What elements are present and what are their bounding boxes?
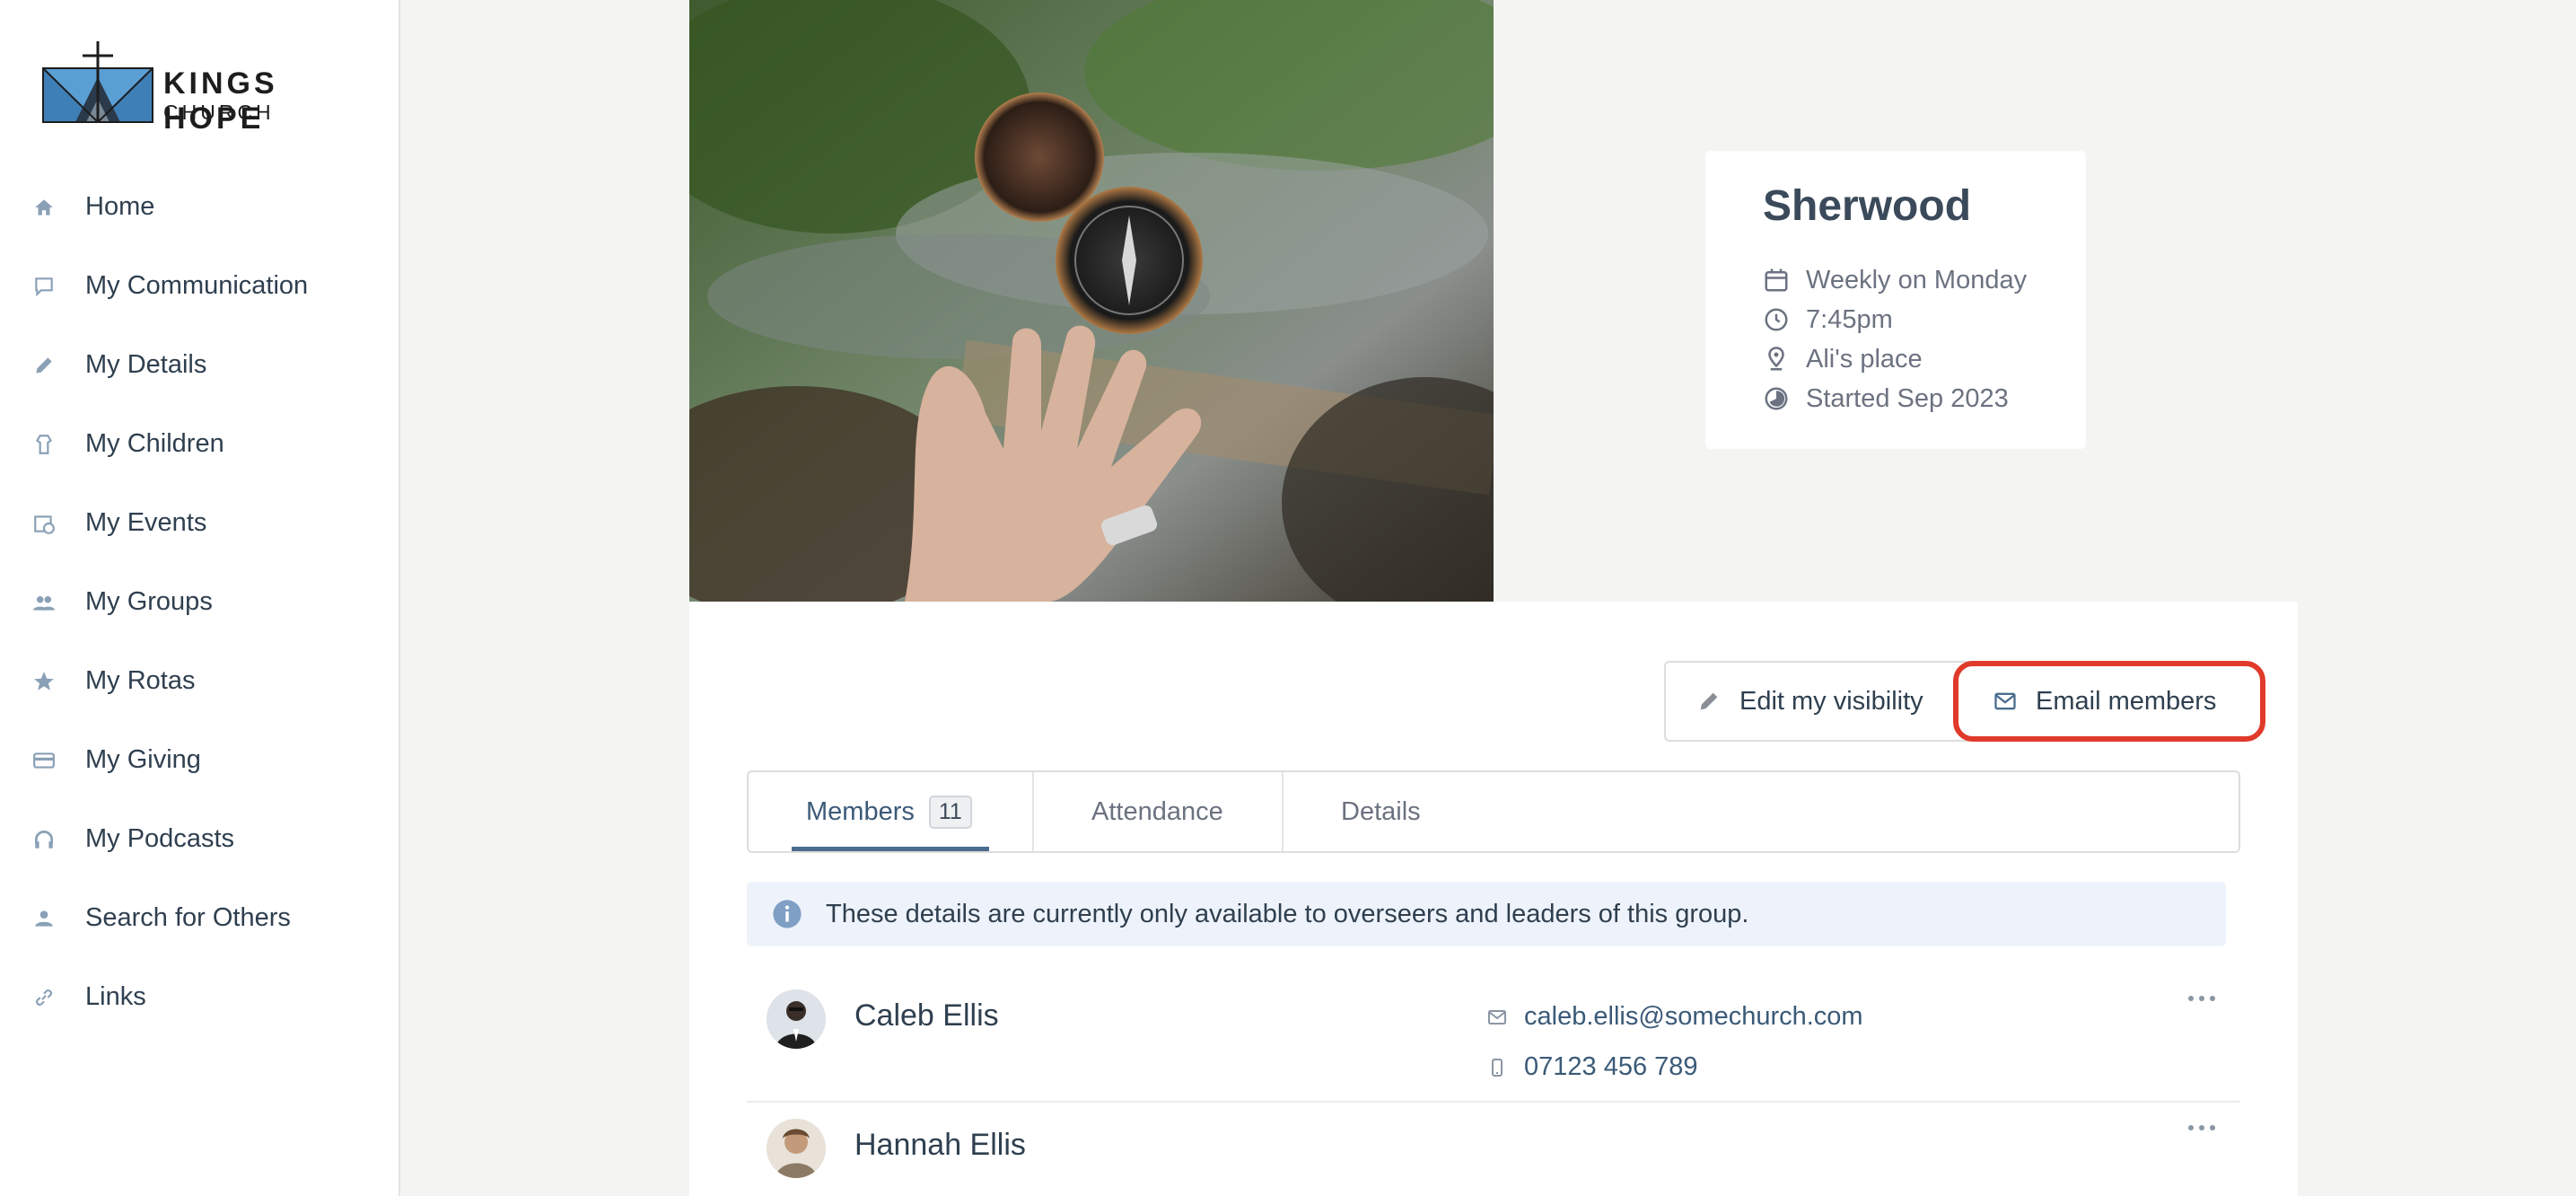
group-schedule: Weekly on Monday: [1806, 265, 2028, 295]
church-logo[interactable]: KINGS HOPE CHURCH: [39, 36, 381, 136]
group-info-box: Sherwood Weekly on Monday 7:45pm Ali's p…: [1705, 151, 2086, 449]
edit-visibility-button[interactable]: Edit my visibility: [1664, 661, 1976, 742]
link-icon: [36, 989, 52, 1006]
sidebar-item-label: My Communication: [85, 271, 309, 300]
envelope-icon: [1488, 1009, 1506, 1025]
group-hero: Sherwood Weekly on Monday 7:45pm Ali's p…: [689, 0, 2298, 602]
sidebar-item-events[interactable]: My Events: [0, 483, 400, 562]
location-row: Ali's place: [1763, 341, 1923, 377]
group-card: Sherwood Weekly on Monday 7:45pm Ali's p…: [689, 0, 2298, 1196]
sidebar-nav: Home My Communication My Details My Chil…: [0, 167, 400, 1036]
logo-subtitle: CHURCH: [163, 101, 275, 124]
sidebar-item-label: Search for Others: [85, 903, 291, 932]
member-email[interactable]: caleb.ellis@somechurch.com: [1486, 1002, 1863, 1032]
sidebar-item-communication[interactable]: My Communication: [0, 246, 400, 325]
sidebar-item-children[interactable]: My Children: [0, 404, 400, 483]
message-icon: [35, 277, 53, 297]
sidebar-item-label: Home: [85, 192, 155, 221]
clock-icon: [1765, 308, 1788, 331]
visibility-notice: These details are currently only availab…: [747, 882, 2226, 946]
active-tab-indicator: [792, 847, 989, 851]
sidebar-item-rotas[interactable]: My Rotas: [0, 641, 400, 720]
calendar-icon: [1765, 268, 1788, 292]
sidebar-item-label: My Details: [85, 350, 207, 379]
star-icon: [34, 672, 54, 690]
calendar-clock-icon: [34, 515, 55, 534]
more-options-icon[interactable]: [2188, 988, 2215, 1009]
member-email-text: caleb.ellis@somechurch.com: [1524, 1002, 1863, 1031]
sidebar: KINGS HOPE CHURCH Home My Communication …: [0, 0, 400, 1196]
sidebar-item-search-others[interactable]: Search for Others: [0, 878, 400, 957]
member-name[interactable]: Caleb Ellis: [854, 998, 999, 1033]
group-started: Started Sep 2023: [1806, 383, 2009, 413]
pencil-icon: [36, 357, 52, 374]
member-row[interactable]: Caleb Ellis caleb.ellis@somechurch.com 0…: [747, 970, 2240, 1103]
person-search-icon: [35, 910, 53, 927]
edit-visibility-label: Edit my visibility: [1739, 686, 1923, 716]
envelope-icon: [1994, 692, 2016, 710]
time-row: 7:45pm: [1763, 302, 1893, 338]
sidebar-item-label: My Children: [85, 429, 224, 458]
card-icon: [33, 752, 55, 769]
sidebar-item-home[interactable]: Home: [0, 167, 400, 246]
avatar-image: [767, 989, 826, 1049]
group-photo: [689, 0, 1494, 602]
notice-text: These details are currently only availab…: [826, 899, 1749, 928]
sidebar-item-label: My Events: [85, 508, 207, 537]
home-icon: [35, 199, 53, 215]
sidebar-item-groups[interactable]: My Groups: [0, 562, 400, 641]
tab-details[interactable]: Details: [1341, 772, 1421, 851]
group-location: Ali's place: [1806, 344, 1923, 374]
compass-hand-photo: [689, 0, 1494, 602]
avatar: [767, 1119, 826, 1178]
member-phone[interactable]: 07123 456 789: [1486, 1052, 1698, 1082]
child-icon: [35, 435, 53, 454]
mobile-phone-icon: [1492, 1058, 1503, 1077]
member-name[interactable]: Hannah Ellis: [854, 1128, 1026, 1163]
sidebar-item-label: My Podcasts: [85, 824, 234, 853]
email-members-label: Email members: [2036, 686, 2217, 716]
more-options-icon[interactable]: [2188, 1117, 2215, 1139]
schedule-row: Weekly on Monday: [1763, 262, 2027, 298]
sidebar-item-label: Links: [85, 982, 146, 1011]
church-logo-mark: [42, 41, 153, 123]
members-count-badge: 11: [928, 795, 972, 829]
pencil-icon: [1700, 692, 1718, 710]
sidebar-item-giving[interactable]: My Giving: [0, 720, 400, 799]
member-row[interactable]: Hannah Ellis: [747, 1104, 2240, 1194]
group-tabs: Members 11 Attendance Details: [747, 770, 2240, 853]
avatar-image: [767, 1119, 826, 1178]
tab-divider: [1282, 772, 1284, 851]
group-title: Sherwood: [1763, 182, 1972, 230]
member-phone-text: 07123 456 789: [1524, 1052, 1698, 1081]
sidebar-item-podcasts[interactable]: My Podcasts: [0, 799, 400, 878]
email-members-button[interactable]: Email members: [1953, 661, 2265, 742]
location-pin-icon: [1768, 347, 1784, 371]
sidebar-item-label: My Groups: [85, 587, 213, 616]
headphones-icon: [34, 830, 54, 849]
tab-attendance[interactable]: Attendance: [1091, 772, 1223, 851]
people-icon: [33, 595, 55, 611]
sidebar-item-links[interactable]: Links: [0, 957, 400, 1036]
sidebar-item-label: My Rotas: [85, 666, 196, 695]
info-icon: [773, 900, 802, 928]
tab-divider: [1032, 772, 1034, 851]
sidebar-item-label: My Giving: [85, 745, 201, 774]
started-row: Started Sep 2023: [1763, 381, 2009, 417]
group-time: 7:45pm: [1806, 304, 1893, 334]
progress-circle-icon: [1765, 387, 1788, 410]
tab-members-label: Members: [806, 796, 915, 826]
sidebar-item-details[interactable]: My Details: [0, 325, 400, 404]
tab-details-label: Details: [1341, 796, 1421, 826]
tab-attendance-label: Attendance: [1091, 796, 1223, 826]
tab-members[interactable]: Members 11: [806, 772, 972, 851]
avatar: [767, 989, 826, 1049]
